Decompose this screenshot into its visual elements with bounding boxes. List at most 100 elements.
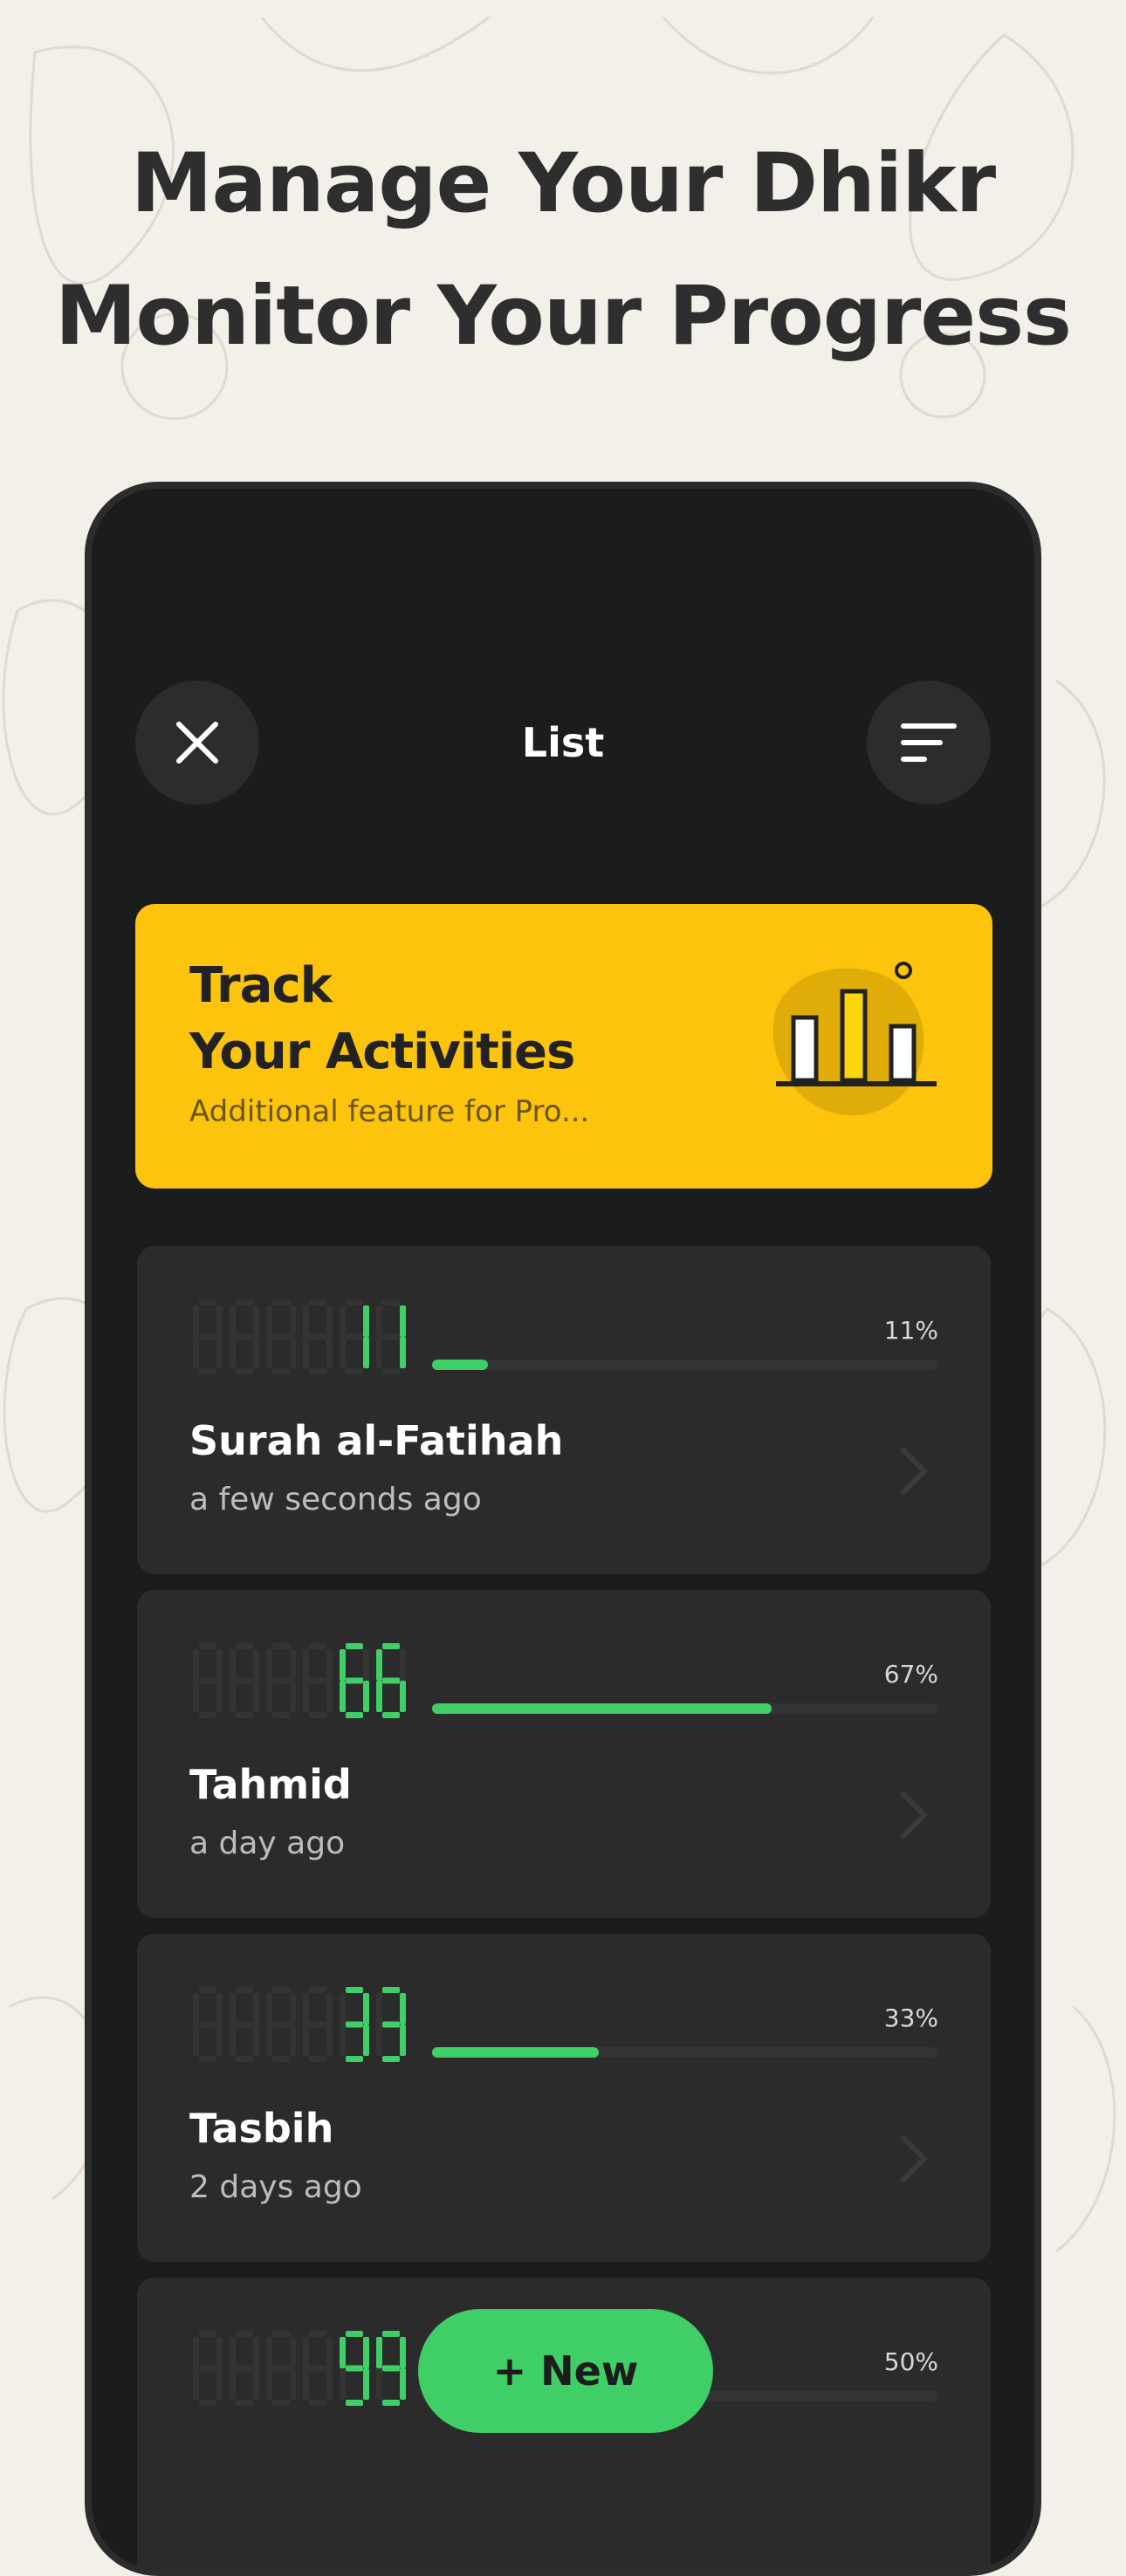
counter-segment [236, 1677, 253, 1684]
counter-segment [199, 1643, 216, 1649]
headline-line-1: Manage Your Dhikr [130, 136, 996, 231]
counter-segment [272, 1987, 290, 1993]
counter-segment [236, 2021, 253, 2028]
counter-segment [363, 2024, 369, 2056]
counter-segment [272, 2021, 290, 2028]
counter-segment [272, 2056, 290, 2062]
counter-segment [309, 1299, 326, 1305]
counter-segment [376, 1649, 382, 1681]
counter-segment [253, 2337, 259, 2368]
counter-segment [309, 2331, 326, 2337]
counter-segment [193, 2368, 199, 2400]
counter-segment [400, 1337, 406, 1368]
counter-segment [340, 1993, 346, 2024]
counter-segment [309, 2365, 326, 2372]
counter-segment [382, 1368, 400, 1374]
dhikr-name: Tasbih [189, 2105, 334, 2152]
progress-fill [432, 1703, 772, 1714]
counter-segment [236, 1712, 253, 1718]
dhikr-time: a few seconds ago [189, 1482, 482, 1518]
counter-segment [303, 1681, 309, 1712]
counter-segment [193, 2024, 199, 2056]
pro-feature-banner[interactable]: Track Your Activities Additional feature… [135, 904, 992, 1189]
counter-segment [400, 1649, 406, 1681]
counter-segment [346, 2056, 363, 2062]
counter-segment [382, 1333, 400, 1340]
counter-segment [346, 1643, 363, 1649]
counter-display [193, 1643, 406, 1718]
counter-segment [290, 1993, 296, 2024]
counter-segment [230, 1993, 236, 2024]
counter-segment [216, 1337, 223, 1368]
counter-segment [230, 1681, 236, 1712]
counter-segment [303, 1649, 309, 1681]
counter-segment [309, 1712, 326, 1718]
phone-frame: List Track Your Activities Additional fe… [85, 482, 1041, 2576]
counter-segment [216, 2337, 223, 2368]
counter-segment [346, 1299, 363, 1305]
counter-segment [326, 1649, 333, 1681]
progress-track [432, 1703, 938, 1714]
counter-segment [303, 2368, 309, 2400]
counter-segment [346, 2021, 363, 2028]
counter-segment [199, 2021, 216, 2028]
counter-segment [309, 1643, 326, 1649]
counter-segment [363, 2337, 369, 2368]
counter-segment [236, 1643, 253, 1649]
counter-segment [382, 2365, 400, 2372]
counter-segment [272, 1368, 290, 1374]
counter-segment [303, 2337, 309, 2368]
new-dhikr-button[interactable]: + New [418, 2309, 713, 2433]
counter-segment [376, 1337, 382, 1368]
bar-chart-icon [772, 962, 937, 1116]
counter-segment [340, 2368, 346, 2400]
counter-segment [290, 1305, 296, 1337]
counter-segment [346, 1368, 363, 1374]
counter-segment [290, 2024, 296, 2056]
counter-segment [326, 2368, 333, 2400]
counter-segment [326, 1993, 333, 2024]
dhikr-card[interactable]: 11% Surah al-Fatihah a few seconds ago [137, 1246, 991, 1574]
counter-segment [340, 2024, 346, 2056]
dhikr-card[interactable]: 33% Tasbih 2 days ago [137, 1934, 991, 2262]
counter-segment [376, 2368, 382, 2400]
dhikr-time: 2 days ago [189, 2169, 362, 2205]
filter-sort-icon [901, 723, 957, 762]
counter-segment [253, 1681, 259, 1712]
counter-segment [363, 1305, 369, 1337]
counter-segment [199, 1368, 216, 1374]
counter-segment [230, 2024, 236, 2056]
filter-button[interactable] [867, 681, 991, 805]
counter-segment [363, 1337, 369, 1368]
counter-segment [216, 1305, 223, 1337]
counter-segment [193, 1337, 199, 1368]
counter-segment [303, 1993, 309, 2024]
counter-segment [193, 1681, 199, 1712]
counter-segment [326, 1681, 333, 1712]
counter-segment [376, 2024, 382, 2056]
counter-segment [253, 2024, 259, 2056]
counter-segment [266, 1337, 272, 1368]
counter-segment [346, 1987, 363, 1993]
counter-segment [376, 2337, 382, 2368]
counter-segment [266, 1993, 272, 2024]
counter-segment [290, 2337, 296, 2368]
counter-segment [193, 1993, 199, 2024]
counter-segment [340, 1337, 346, 1368]
dhikr-card[interactable]: 67% Tahmid a day ago [137, 1590, 991, 1918]
counter-segment [272, 1299, 290, 1305]
progress-fill [432, 1360, 488, 1370]
counter-segment [290, 1649, 296, 1681]
counter-segment [272, 2400, 290, 2406]
counter-segment [199, 2365, 216, 2372]
counter-segment [199, 2331, 216, 2337]
counter-segment [382, 1712, 400, 1718]
counter-segment [253, 2368, 259, 2400]
counter-segment [303, 1305, 309, 1337]
counter-segment [253, 1993, 259, 2024]
counter-segment [326, 1337, 333, 1368]
progress-fill [432, 2047, 600, 2058]
counter-segment [199, 1333, 216, 1340]
counter-segment [230, 1337, 236, 1368]
counter-segment [400, 2368, 406, 2400]
